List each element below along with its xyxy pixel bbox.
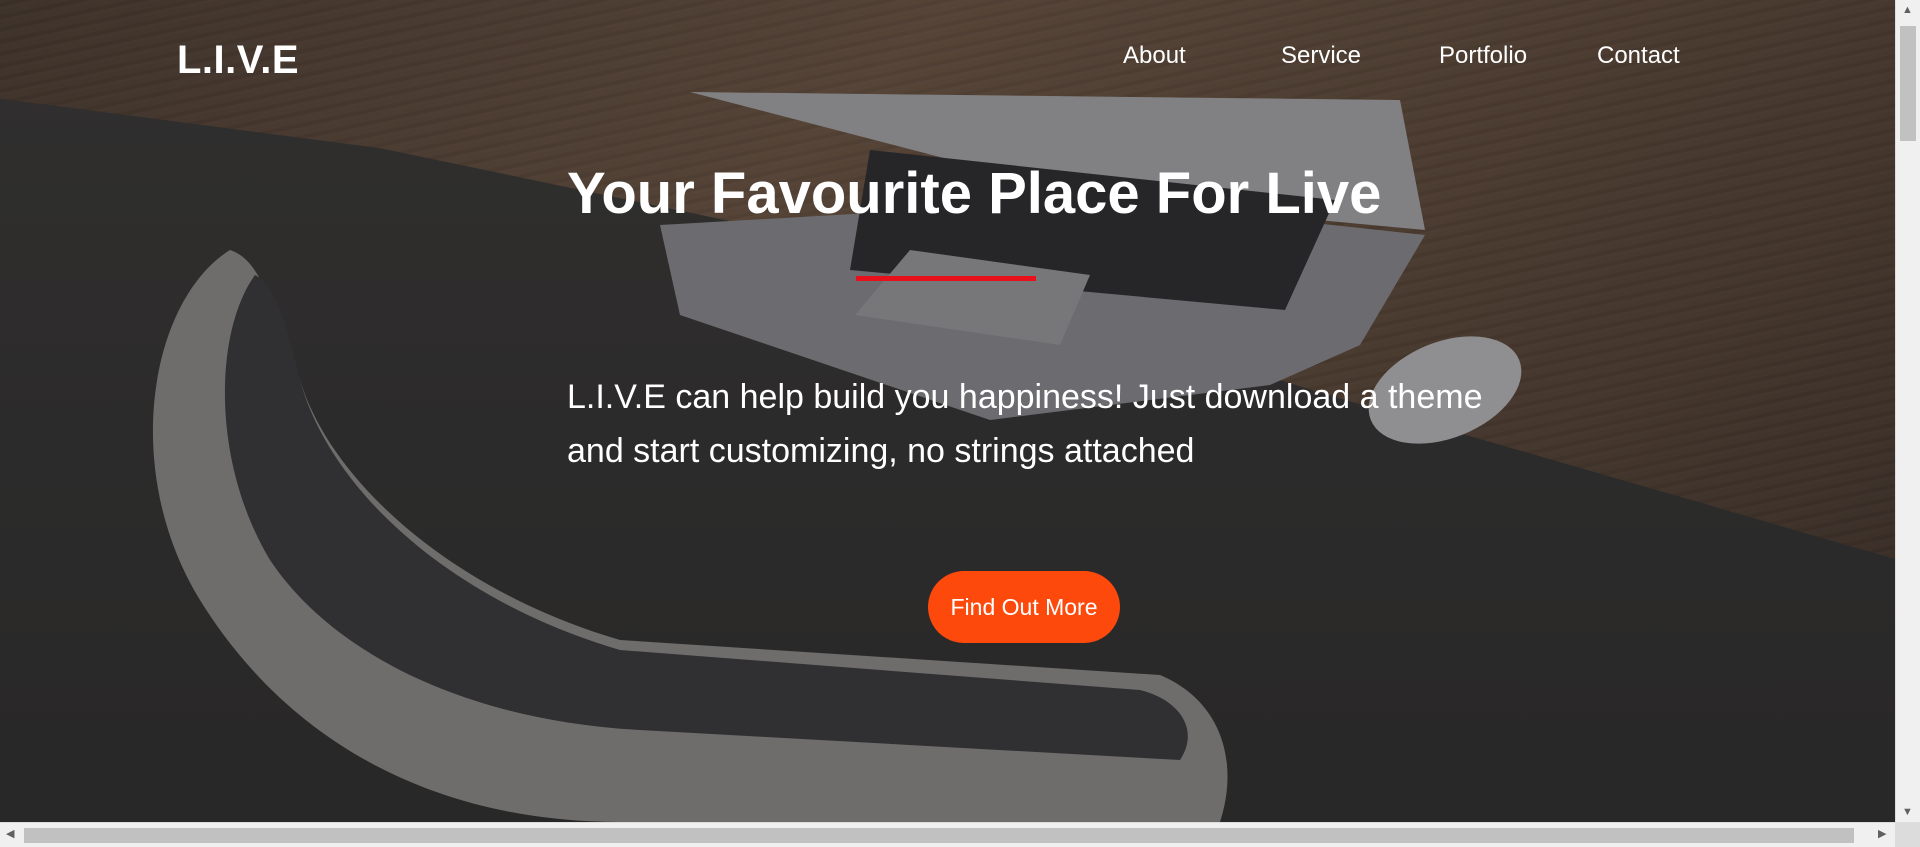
- down-arrow-icon[interactable]: ▼: [1902, 806, 1913, 818]
- nav-link-about[interactable]: About: [1123, 42, 1186, 70]
- hero-title: Your Favourite Place For Live: [567, 161, 1382, 226]
- horizontal-scrollbar[interactable]: ◀ ▶: [0, 822, 1895, 847]
- hero-description: L.I.V.E can help build you happiness! Ju…: [567, 378, 1483, 470]
- nav-link-contact[interactable]: Contact: [1597, 42, 1680, 70]
- find-out-more-button[interactable]: Find Out More: [928, 571, 1120, 643]
- nav-link-portfolio[interactable]: Portfolio: [1439, 42, 1527, 70]
- page-viewport: L.I.V.E About Service Portfolio Contact …: [0, 0, 1895, 822]
- horizontal-scroll-thumb[interactable]: [24, 828, 1854, 843]
- nav-link-service[interactable]: Service: [1281, 42, 1361, 70]
- vertical-scroll-thumb[interactable]: [1900, 26, 1916, 141]
- main-nav: About Service Portfolio Contact: [0, 42, 1895, 82]
- vertical-scrollbar[interactable]: ▲ ▼: [1895, 0, 1920, 822]
- right-arrow-icon[interactable]: ▶: [1878, 828, 1886, 840]
- scrollbar-corner: [1895, 822, 1920, 847]
- left-arrow-icon[interactable]: ◀: [6, 828, 14, 840]
- title-divider: [856, 276, 1036, 281]
- up-arrow-icon[interactable]: ▲: [1902, 4, 1913, 16]
